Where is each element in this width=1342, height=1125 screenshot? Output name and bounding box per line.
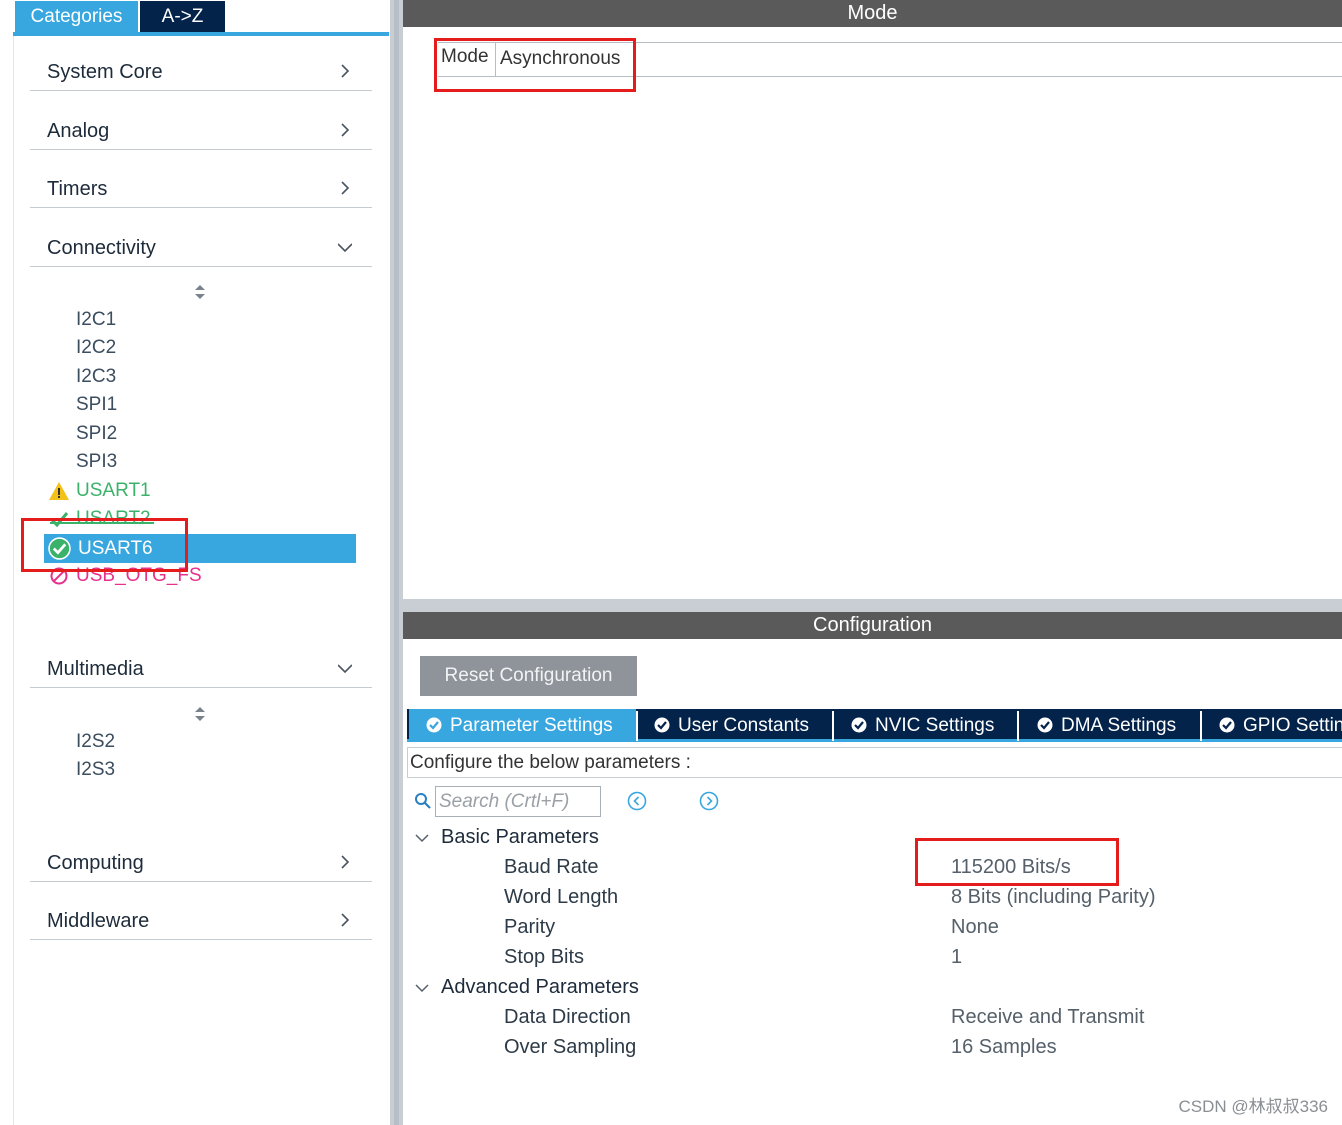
warning-icon	[49, 482, 69, 500]
peripheral-label: USART6	[78, 538, 153, 559]
tab-gpio-settings[interactable]: GPIO Settings	[1202, 709, 1342, 742]
category-label: Computing	[47, 852, 144, 874]
peripheral-spi3[interactable]: SPI3	[76, 448, 117, 476]
strikethrough-line	[50, 522, 154, 524]
chevron-down-icon	[338, 664, 352, 674]
tab-label: GPIO Settings	[1243, 715, 1342, 736]
vertical-splitter[interactable]	[390, 0, 403, 1125]
panel-border	[13, 36, 14, 1125]
group-advanced-parameters[interactable]: Advanced Parameters	[441, 976, 639, 999]
category-label: Analog	[47, 120, 110, 142]
chevron-down-icon[interactable]	[415, 981, 429, 995]
configure-parameters-label: Configure the below parameters :	[407, 747, 1342, 778]
peripheral-spi2[interactable]: SPI2	[76, 420, 117, 448]
check-icon	[48, 537, 71, 560]
category-analog[interactable]: Analog	[30, 92, 372, 150]
watermark: CSDN @林叔叔336	[1178, 1097, 1328, 1116]
chevron-right-icon	[341, 123, 350, 137]
search-input[interactable]	[435, 786, 601, 817]
peripheral-spi1[interactable]: SPI1	[76, 391, 117, 419]
tab-categories[interactable]: Categories	[15, 1, 138, 32]
category-label: Middleware	[47, 910, 150, 932]
tab-label: DMA Settings	[1061, 715, 1177, 736]
category-system-core[interactable]: System Core	[30, 33, 372, 91]
chevron-right-icon	[341, 64, 350, 78]
search-icon	[415, 793, 431, 809]
chevron-down-icon	[338, 243, 352, 253]
chevron-right-icon	[341, 181, 350, 195]
peripheral-usb-otg-fs[interactable]: USB_OTG_FS	[76, 562, 202, 590]
param-name-baud-rate: Baud Rate	[504, 856, 599, 878]
tab-a-z[interactable]: A->Z	[140, 1, 225, 32]
param-value-over-sampling[interactable]: 16 Samples	[951, 1036, 1057, 1059]
peripheral-i2s3[interactable]: I2S3	[76, 756, 115, 784]
category-label: Timers	[47, 178, 108, 200]
mode-header: Mode	[403, 0, 1342, 27]
param-name-data-direction: Data Direction	[504, 1006, 631, 1028]
configuration-header: Configuration	[403, 612, 1342, 639]
category-timers[interactable]: Timers	[30, 150, 372, 208]
check-icon	[426, 717, 442, 733]
peripheral-usart6[interactable]: USART6	[44, 534, 356, 563]
tab-label: NVIC Settings	[875, 715, 995, 736]
mode-panel	[403, 27, 1342, 599]
param-name-word-length: Word Length	[504, 886, 619, 908]
category-label: Connectivity	[47, 237, 156, 259]
chevron-down-icon[interactable]	[415, 831, 429, 845]
next-match-icon[interactable]	[699, 791, 719, 811]
param-value-parity[interactable]: None	[951, 916, 999, 939]
blocked-icon	[50, 567, 68, 585]
param-name-parity: Parity	[504, 916, 556, 938]
category-computing[interactable]: Computing	[30, 824, 372, 882]
check-icon	[49, 512, 69, 528]
sort-icon[interactable]	[193, 284, 207, 300]
peripheral-i2c3[interactable]: I2C3	[76, 363, 116, 391]
category-connectivity[interactable]: Connectivity	[30, 209, 372, 267]
category-middleware[interactable]: Middleware	[30, 882, 372, 940]
param-name-stop-bits: Stop Bits	[504, 946, 585, 968]
peripheral-usart2[interactable]: USART2	[76, 505, 151, 533]
check-icon	[654, 717, 670, 733]
category-label: Multimedia	[47, 658, 144, 680]
category-multimedia[interactable]: Multimedia	[30, 630, 372, 688]
param-name-over-sampling: Over Sampling	[504, 1036, 637, 1058]
check-icon	[1219, 717, 1235, 733]
chevron-right-icon	[341, 855, 350, 869]
tab-parameter-settings[interactable]: Parameter Settings	[409, 709, 636, 742]
check-icon	[1037, 717, 1053, 733]
peripheral-i2c2[interactable]: I2C2	[76, 334, 116, 362]
prev-match-icon[interactable]	[627, 791, 647, 811]
peripheral-usart1[interactable]: USART1	[76, 477, 151, 505]
tab-dma-settings[interactable]: DMA Settings	[1019, 709, 1200, 742]
group-basic-parameters[interactable]: Basic Parameters	[441, 826, 599, 849]
param-value-stop-bits[interactable]: 1	[951, 946, 962, 969]
chevron-right-icon	[341, 913, 350, 927]
tab-user-constants[interactable]: User Constants	[638, 709, 832, 742]
tab-nvic-settings[interactable]: NVIC Settings	[834, 709, 1016, 742]
param-value-data-direction[interactable]: Receive and Transmit	[951, 1006, 1144, 1029]
tab-label: Parameter Settings	[450, 715, 613, 736]
peripheral-i2s2[interactable]: I2S2	[76, 728, 115, 756]
reset-configuration-button[interactable]: Reset Configuration	[420, 656, 637, 696]
category-tab-bar: Categories A->Z	[13, 0, 389, 36]
mode-label: Mode	[441, 46, 489, 67]
category-label: System Core	[47, 61, 163, 83]
param-value-baud-rate[interactable]: 115200 Bits/s	[951, 856, 1071, 879]
param-value-word-length[interactable]: 8 Bits (including Parity)	[951, 886, 1156, 909]
tab-label: User Constants	[678, 715, 809, 736]
mode-select[interactable]: Asynchronous	[495, 42, 1342, 77]
sort-icon[interactable]	[193, 706, 207, 722]
peripheral-i2c1[interactable]: I2C1	[76, 306, 116, 334]
check-icon	[851, 717, 867, 733]
categories-panel: Categories A->Z System Core Analog Timer…	[0, 0, 390, 1125]
horizontal-splitter[interactable]	[403, 599, 1342, 612]
